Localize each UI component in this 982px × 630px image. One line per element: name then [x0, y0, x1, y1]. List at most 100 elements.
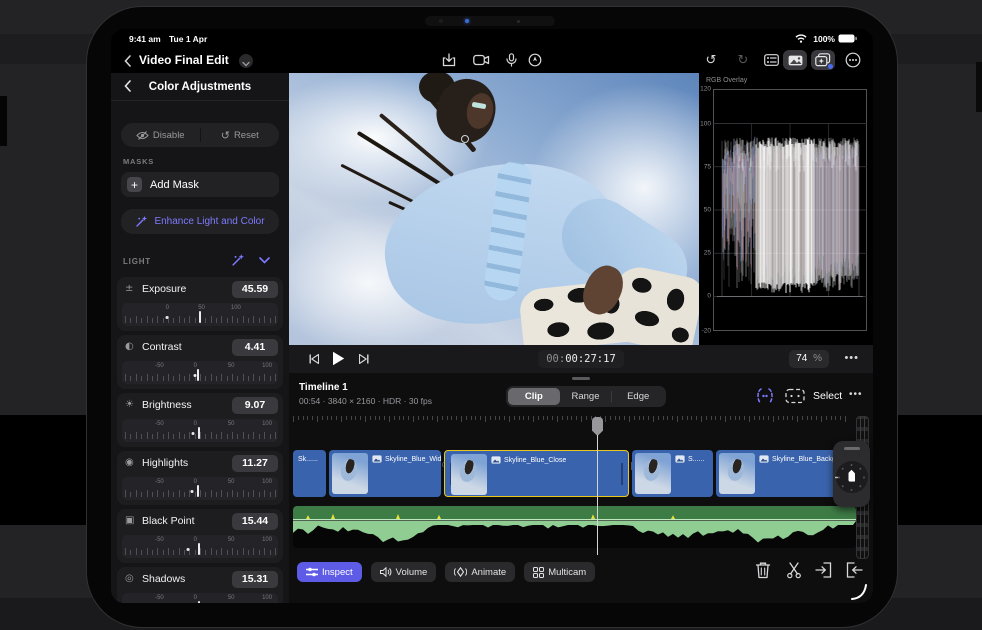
ruler-tick — [471, 416, 472, 420]
ruler-tick — [211, 374, 212, 381]
slider-thumb[interactable] — [198, 601, 200, 603]
reset-button[interactable]: ↺ Reset — [201, 129, 280, 142]
inspect-button[interactable]: Inspect — [297, 562, 362, 582]
slider-value[interactable]: 11.27 — [232, 455, 278, 472]
play-button-icon[interactable] — [332, 351, 345, 366]
project-menu-button[interactable] — [239, 54, 253, 68]
status-time: 9:41 am — [129, 34, 161, 44]
timeline-clip[interactable]: Sk...... — [293, 450, 326, 497]
rgb-overlay-waveform — [713, 89, 867, 331]
timecode-hours: 00: — [546, 353, 565, 365]
ruler-tick — [237, 376, 238, 381]
import-icon[interactable] — [437, 50, 461, 70]
ruler-tick — [152, 550, 153, 555]
inspector-icon[interactable] — [759, 50, 783, 70]
slider-ruler[interactable]: -50050100 — [122, 593, 278, 603]
slider-thumb[interactable] — [198, 543, 200, 555]
ruler-tick — [336, 416, 337, 420]
ruler-tick — [136, 316, 137, 323]
ruler-tick — [778, 416, 779, 420]
light-collapse-chevron-icon[interactable] — [259, 257, 270, 264]
slider-value[interactable]: 45.59 — [232, 281, 278, 298]
redo-icon[interactable]: ↻ — [731, 50, 755, 70]
slider-ruler[interactable]: -50050100 — [122, 477, 278, 500]
viewer-more-icon[interactable]: ••• — [844, 352, 859, 364]
ruler-tick — [715, 416, 716, 420]
viewer-canvas[interactable] — [289, 73, 699, 345]
ruler-tick — [466, 416, 467, 420]
playhead-line[interactable] — [597, 435, 598, 555]
ruler-tick — [147, 316, 148, 323]
masks-section-label: MASKS — [123, 157, 154, 166]
mode-range[interactable]: Range — [560, 388, 612, 405]
viewer-zoom-control[interactable]: 74 % — [789, 350, 829, 368]
pencil-corner-curl[interactable] — [850, 581, 870, 601]
volume-button[interactable]: Volume — [371, 562, 437, 582]
clip-media-icon — [372, 455, 382, 463]
undo-icon[interactable]: ↺ — [699, 50, 723, 70]
transport-bar: 00:00:27:17 74 % ••• — [289, 345, 873, 373]
slider-ruler[interactable]: 050100 — [122, 303, 278, 326]
scope-y-tick: 50 — [697, 207, 711, 214]
enhance-button[interactable]: Enhance Light and Color — [121, 209, 279, 234]
ruler-tick — [130, 376, 131, 381]
timecode-display[interactable]: 00:00:27:17 — [538, 350, 624, 368]
timeline-clip[interactable]: Skyline_Blue_Wide — [329, 450, 441, 497]
multicam-button[interactable]: Multicam — [524, 562, 595, 582]
slider-ruler[interactable]: -50050100 — [122, 535, 278, 558]
slider-thumb[interactable] — [198, 427, 200, 439]
timeline-clip[interactable]: S...... — [632, 450, 713, 497]
blade-scissors-icon[interactable] — [785, 561, 803, 579]
ruler-tick — [351, 416, 352, 420]
camera-icon[interactable] — [469, 50, 493, 70]
ruler-tick — [643, 416, 644, 420]
disable-button[interactable]: Disable — [121, 130, 200, 141]
slider-value[interactable]: 15.31 — [232, 571, 278, 588]
add-mask-button[interactable]: + Add Mask — [121, 172, 279, 197]
slider-thumb[interactable] — [197, 485, 199, 497]
light-wand-icon[interactable] — [231, 253, 245, 267]
microphone-icon[interactable] — [499, 50, 523, 70]
slider-value[interactable]: 4.41 — [232, 339, 278, 356]
slider-ruler[interactable]: -50050100 — [122, 361, 278, 384]
selection-tool-icon[interactable] — [785, 388, 805, 404]
next-frame-icon[interactable] — [359, 354, 369, 364]
more-options-icon[interactable] — [841, 50, 865, 70]
audio-track[interactable] — [293, 506, 856, 548]
animate-button[interactable]: Animate — [445, 562, 515, 582]
color-adjustments-panel: Color Adjustments Disable ↺ Reset — [111, 73, 289, 603]
media-browser-icon[interactable] — [783, 50, 807, 70]
select-button[interactable]: Select — [813, 390, 842, 402]
delete-icon[interactable] — [755, 561, 771, 579]
ruler-tick — [691, 416, 692, 420]
slider-zero-dot — [187, 548, 190, 551]
clip-thumbnail — [635, 453, 671, 494]
ruler-tick — [418, 416, 419, 420]
back-chevron-icon[interactable] — [124, 55, 131, 67]
insert-media-icon[interactable] — [815, 562, 833, 578]
jog-drag-handle[interactable] — [844, 447, 860, 450]
slider-ruler[interactable]: -50050100 — [122, 419, 278, 442]
timeline-ruler[interactable]: 00:00:1500:00:3000:00:45 — [289, 416, 873, 434]
mode-edge[interactable]: Edge — [612, 388, 664, 405]
slider-label: Brightness — [142, 399, 192, 411]
resize-handle[interactable] — [572, 377, 590, 380]
project-title[interactable]: Video Final Edit — [139, 53, 229, 67]
jog-wheel-widget[interactable] — [833, 441, 870, 507]
magnetic-timeline-icon[interactable] — [755, 388, 775, 404]
effects-icon[interactable] — [811, 50, 835, 70]
previous-frame-icon[interactable] — [309, 354, 319, 364]
mode-clip[interactable]: Clip — [508, 388, 560, 405]
slider-thumb[interactable] — [197, 369, 199, 381]
ruler-tick — [845, 416, 846, 422]
ruler-tick — [557, 416, 558, 422]
slider-value[interactable]: 15.44 — [232, 513, 278, 530]
append-media-icon[interactable] — [845, 562, 863, 578]
slider-label: Black Point — [142, 515, 195, 527]
timeline-clip[interactable]: Skyline_Blue_Close — [444, 450, 629, 497]
pencil-draw-icon[interactable] — [523, 50, 547, 70]
timeline-more-icon[interactable]: ••• — [849, 389, 863, 400]
slider-card-brightness: ☀Brightness9.07-50050100 — [117, 393, 283, 447]
slider-value[interactable]: 9.07 — [232, 397, 278, 414]
slider-thumb[interactable] — [199, 311, 201, 323]
